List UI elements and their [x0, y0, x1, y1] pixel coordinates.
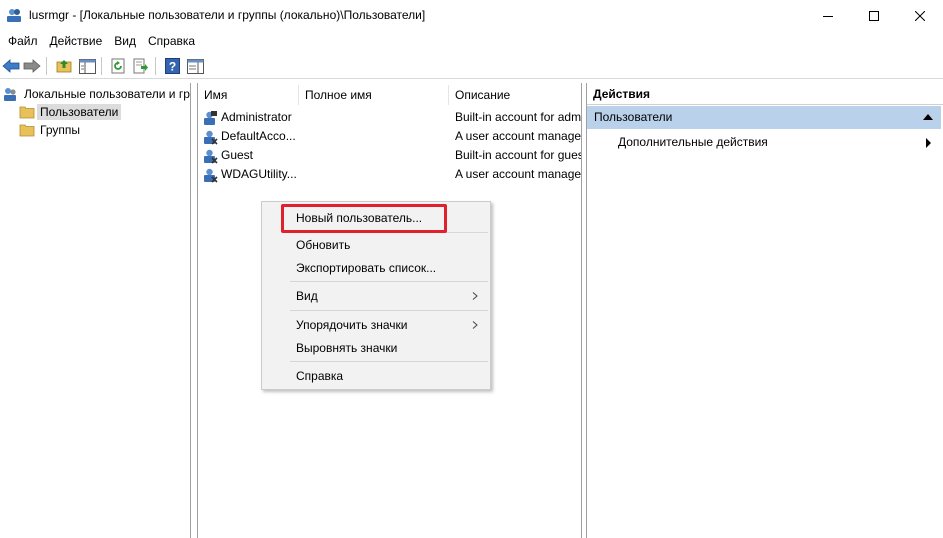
svg-text:?: ? — [168, 60, 175, 74]
user-icon — [204, 111, 217, 125]
maximize-icon — [869, 10, 879, 21]
window-title: lusrmgr - [Локальные пользователи и груп… — [29, 8, 426, 22]
tree-item-users[interactable]: Пользователи — [19, 103, 122, 121]
column-header-name[interactable]: Имя — [198, 83, 298, 107]
menu-item-export-list[interactable]: Экспортировать список... — [262, 257, 490, 279]
user-name: DefaultAcco... — [221, 129, 296, 143]
close-icon — [915, 10, 925, 21]
folder-icon — [19, 124, 35, 137]
menu-item-refresh[interactable]: Обновить — [262, 234, 490, 256]
export-list-button[interactable] — [131, 56, 151, 76]
collapse-up-icon[interactable] — [923, 114, 933, 120]
menu-separator — [290, 232, 488, 233]
toolbar-separator — [155, 57, 156, 75]
context-menu: Новый пользователь... Обновить Экспортир… — [261, 201, 491, 390]
user-full-name — [305, 165, 445, 184]
menu-bar: Файл Действие Вид Справка — [0, 31, 943, 51]
console-tree: Локальные пользователи и группы (локальн… — [0, 83, 191, 538]
minimize-icon — [823, 15, 833, 17]
show-hide-action-pane-button[interactable] — [185, 56, 205, 76]
tree-item-label: Пользователи — [37, 104, 122, 120]
toolbar-separator — [46, 57, 47, 75]
user-icon — [204, 168, 218, 183]
show-hide-action-pane-icon — [186, 58, 204, 74]
folder-icon — [19, 106, 35, 119]
menu-help[interactable]: Справка — [142, 31, 201, 51]
user-description: Built-in account for guest access to the… — [455, 148, 581, 162]
menu-item-arrange-icons[interactable]: Упорядочить значки — [262, 314, 490, 336]
list-header: Имя Полное имя Описание — [198, 83, 581, 107]
menu-separator — [290, 361, 488, 362]
help-icon: ? — [164, 58, 180, 74]
user-full-name — [305, 146, 445, 165]
menu-item-new-user[interactable]: Новый пользователь... — [262, 207, 490, 229]
up-folder-button[interactable] — [54, 56, 74, 76]
actions-pane: Действия Пользователи Дополнительные дей… — [586, 83, 943, 538]
back-icon — [2, 59, 20, 73]
actions-section-users[interactable]: Пользователи — [587, 106, 941, 129]
forward-button[interactable] — [22, 56, 42, 76]
user-name: Administrator — [221, 110, 292, 124]
list-item[interactable]: Guest Built-in account for guest access … — [198, 146, 581, 165]
menu-item-view[interactable]: Вид — [262, 285, 490, 307]
submenu-arrow-icon — [472, 292, 478, 300]
user-description: Built-in account for administering the c… — [455, 110, 582, 124]
forward-icon — [23, 59, 41, 73]
menu-item-line-up-icons[interactable]: Выровнять значки — [262, 337, 490, 359]
user-description: A user account managed by the system. — [455, 129, 582, 143]
user-description: A user account managed and used by the s… — [455, 167, 582, 181]
export-list-icon — [133, 58, 148, 74]
maximize-button[interactable] — [851, 0, 897, 31]
submenu-arrow-icon — [472, 321, 478, 329]
user-name: Guest — [221, 148, 254, 162]
user-full-name — [305, 127, 445, 146]
menu-view[interactable]: Вид — [108, 31, 142, 51]
users-groups-icon — [4, 88, 16, 101]
column-header-full-name[interactable]: Полное имя — [299, 83, 448, 107]
actions-section-label: Пользователи — [594, 110, 673, 124]
minimize-button[interactable] — [805, 0, 851, 31]
menu-separator — [290, 310, 488, 311]
menu-item-help[interactable]: Справка — [262, 365, 490, 387]
tree-item-label: Группы — [40, 123, 80, 137]
more-actions-label: Дополнительные действия — [618, 135, 768, 149]
column-header-description[interactable]: Описание — [449, 83, 581, 107]
user-icon — [204, 130, 218, 145]
help-button[interactable]: ? — [162, 56, 182, 76]
actions-header: Действия — [587, 83, 943, 105]
tree-item-groups[interactable]: Группы — [19, 121, 83, 139]
refresh-icon — [111, 58, 125, 74]
up-folder-icon — [56, 60, 72, 73]
menu-item-view-label: Вид — [296, 289, 318, 303]
refresh-button[interactable] — [108, 56, 128, 76]
show-hide-tree-icon — [78, 58, 96, 74]
users-app-icon — [7, 9, 21, 22]
menu-item-arrange-label: Упорядочить значки — [296, 318, 408, 332]
user-name: WDAGUtility... — [221, 167, 297, 181]
menu-file[interactable]: Файл — [2, 31, 44, 51]
tree-root-label: Локальные пользователи и группы (локальн… — [24, 87, 190, 101]
list-item[interactable]: Administrator Built-in account for admin… — [198, 108, 582, 127]
tree-root[interactable]: Локальные пользователи и группы (локальн… — [3, 85, 190, 103]
close-button[interactable] — [897, 0, 943, 31]
user-icon — [204, 149, 218, 164]
menu-action[interactable]: Действие — [44, 31, 109, 51]
title-bar: lusrmgr - [Локальные пользователи и груп… — [0, 0, 943, 31]
list-item[interactable]: WDAGUtility... A user account managed an… — [198, 165, 582, 184]
list-item[interactable]: DefaultAcco... A user account managed by… — [198, 127, 582, 146]
back-button[interactable] — [1, 56, 21, 76]
show-hide-tree-button[interactable] — [77, 56, 97, 76]
user-full-name — [305, 108, 445, 127]
toolbar-separator — [101, 57, 102, 75]
toolbar: ? — [0, 53, 943, 79]
menu-separator — [290, 281, 488, 282]
chevron-right-icon — [926, 138, 931, 148]
more-actions-item[interactable]: Дополнительные действия — [587, 131, 941, 154]
